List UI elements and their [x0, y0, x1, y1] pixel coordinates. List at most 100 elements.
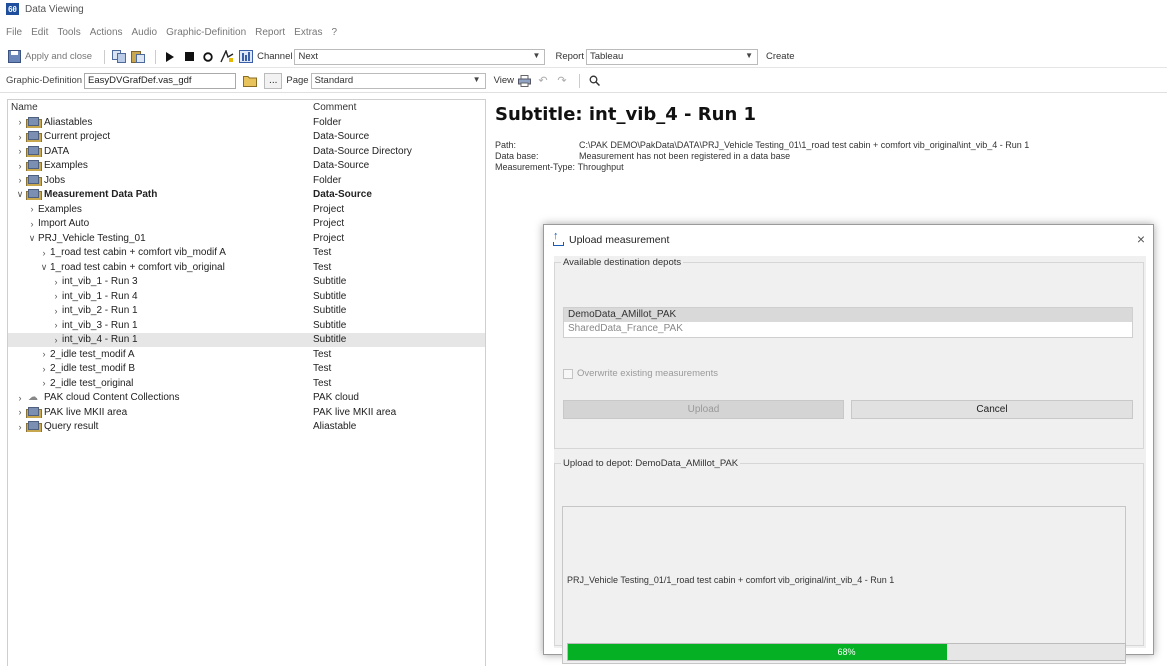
- play-icon[interactable]: [162, 49, 178, 65]
- overwrite-option[interactable]: Overwrite existing measurements: [563, 368, 718, 379]
- page-select[interactable]: Standard ▼: [310, 72, 486, 89]
- cancel-button[interactable]: Cancel: [851, 400, 1133, 419]
- tree-row[interactable]: › 2_idle test_modif B Test: [8, 362, 485, 377]
- tree-row-label: PAK live MKII area: [44, 406, 128, 418]
- tree-row[interactable]: › 2_idle test_modif A Test: [8, 347, 485, 362]
- menu-actions[interactable]: Actions: [90, 27, 123, 38]
- upload-button[interactable]: Upload: [563, 400, 844, 419]
- depot-list[interactable]: DemoData_AMillot_PAK SharedData_France_P…: [563, 307, 1133, 338]
- chevron-right-icon[interactable]: ›: [50, 291, 62, 301]
- tree-row-comment: PAK live MKII area: [313, 406, 397, 418]
- menu-audio[interactable]: Audio: [132, 27, 158, 38]
- tree-row[interactable]: › int_vib_1 - Run 4 Subtitle: [8, 289, 485, 304]
- chevron-right-icon[interactable]: ›: [14, 175, 26, 185]
- redo-icon[interactable]: ↷: [554, 73, 570, 89]
- chevron-right-icon[interactable]: ›: [38, 364, 50, 374]
- menu-help[interactable]: ?: [332, 27, 338, 38]
- chevron-right-icon[interactable]: ›: [50, 320, 62, 330]
- chevron-right-icon[interactable]: ›: [38, 378, 50, 388]
- save-icon[interactable]: [6, 49, 22, 65]
- report-select[interactable]: Tableau ▼: [585, 48, 758, 65]
- record-icon[interactable]: [200, 49, 216, 65]
- search-icon[interactable]: [586, 73, 602, 89]
- menu-file[interactable]: File: [6, 27, 22, 38]
- chevron-right-icon[interactable]: ›: [26, 219, 38, 229]
- tree-row[interactable]: › ☁ PAK cloud Content Collections PAK cloud: [8, 391, 485, 406]
- tree-row[interactable]: › Aliastables Folder: [8, 115, 485, 130]
- chevron-right-icon[interactable]: ›: [14, 422, 26, 432]
- tree-row-comment: Test: [313, 247, 332, 259]
- chevron-right-icon[interactable]: ›: [38, 248, 50, 258]
- chevron-right-icon[interactable]: ›: [14, 393, 26, 403]
- tree-row[interactable]: › int_vib_1 - Run 3 Subtitle: [8, 275, 485, 290]
- depot-item-demodata[interactable]: DemoData_AMillot_PAK: [564, 308, 1132, 322]
- apply-close-button[interactable]: Apply and close: [25, 51, 92, 62]
- chevron-right-icon[interactable]: ›: [50, 306, 62, 316]
- chevron-right-icon[interactable]: ›: [14, 146, 26, 156]
- copy-icon[interactable]: [111, 49, 127, 65]
- menu-report[interactable]: Report: [255, 27, 285, 38]
- print-icon[interactable]: [516, 73, 532, 89]
- paste-icon[interactable]: [130, 49, 146, 65]
- graphic-definition-input[interactable]: EasyDVGrafDef.vas_gdf: [84, 72, 237, 89]
- tree-row-label: int_vib_1 - Run 4: [62, 290, 138, 302]
- stop-icon[interactable]: [181, 49, 197, 65]
- upload-path: PRJ_Vehicle Testing_01/1_road test cabin…: [567, 575, 895, 585]
- tree-row[interactable]: › DATA Data-Source Directory: [8, 144, 485, 159]
- create-button[interactable]: Create: [766, 51, 795, 62]
- tree-row-comment: Subtitle: [313, 334, 347, 346]
- chevron-down-icon[interactable]: ∨: [38, 262, 50, 273]
- tree-row[interactable]: › Query result Aliastable: [8, 420, 485, 435]
- data-source-tree[interactable]: Name Comment › Aliastables Folder › Current …: [7, 99, 486, 666]
- chevron-right-icon[interactable]: ›: [14, 117, 26, 127]
- tree-row[interactable]: › Examples Project: [8, 202, 485, 217]
- tree-row-label: Current project: [44, 131, 111, 143]
- page-value: Standard: [314, 75, 354, 86]
- tree-row[interactable]: › Examples Data-Source: [8, 159, 485, 174]
- chevron-right-icon[interactable]: ›: [38, 349, 50, 359]
- tree-row[interactable]: › int_vib_3 - Run 1 Subtitle: [8, 318, 485, 333]
- upload-icon: [551, 230, 564, 246]
- undo-icon[interactable]: ↶: [535, 73, 551, 89]
- chevron-right-icon[interactable]: ›: [14, 132, 26, 142]
- close-icon[interactable]: ×: [1137, 231, 1145, 247]
- chevron-down-icon[interactable]: ∨: [14, 189, 26, 200]
- open-folder-icon[interactable]: [242, 73, 258, 89]
- menu-extras[interactable]: Extras: [294, 27, 322, 38]
- column-header-comment[interactable]: Comment: [313, 102, 356, 113]
- tree-row-name-cell: › int_vib_4 - Run 1: [8, 334, 313, 345]
- tree-row-label: int_vib_3 - Run 1: [62, 319, 138, 331]
- column-header-name[interactable]: Name: [8, 102, 313, 113]
- tree-row[interactable]: › 2_idle test_original Test: [8, 376, 485, 391]
- chevron-down-icon[interactable]: ∨: [26, 233, 38, 244]
- chevron-right-icon[interactable]: ›: [50, 335, 62, 345]
- tree-row[interactable]: › PAK live MKII area PAK live MKII area: [8, 405, 485, 420]
- chevron-right-icon[interactable]: ›: [14, 161, 26, 171]
- depot-item-shareddata[interactable]: SharedData_France_PAK: [564, 322, 1132, 336]
- overwrite-checkbox[interactable]: [563, 368, 573, 379]
- chevron-right-icon[interactable]: ›: [26, 204, 38, 214]
- channel-select[interactable]: Next ▼: [294, 48, 546, 65]
- menu-graphic-definition[interactable]: Graphic-Definition: [166, 27, 246, 38]
- cursor-tool-icon[interactable]: [219, 49, 235, 65]
- tree-row[interactable]: ∨ PRJ_Vehicle Testing_01 Project: [8, 231, 485, 246]
- chevron-down-icon: ▼: [745, 50, 753, 60]
- tree-row-comment: Data-Source Directory: [313, 145, 412, 157]
- tree-row[interactable]: › Current project Data-Source: [8, 130, 485, 145]
- tree-row[interactable]: › Jobs Folder: [8, 173, 485, 188]
- menu-edit[interactable]: Edit: [31, 27, 48, 38]
- chevron-right-icon[interactable]: ›: [50, 277, 62, 287]
- menu-tools[interactable]: Tools: [57, 27, 80, 38]
- tree-row-comment: Subtitle: [313, 305, 347, 317]
- tree-row-name-cell: › Examples: [8, 160, 313, 172]
- tree-row-label: Aliastables: [44, 116, 93, 128]
- channel-icon[interactable]: [238, 49, 254, 65]
- chevron-right-icon[interactable]: ›: [14, 407, 26, 417]
- browse-button[interactable]: ...: [264, 72, 283, 89]
- tree-row[interactable]: › Import Auto Project: [8, 217, 485, 232]
- tree-row[interactable]: › int_vib_4 - Run 1 Subtitle: [8, 332, 485, 347]
- tree-row[interactable]: ∨ 1_road test cabin + comfort vib_origina…: [8, 260, 485, 275]
- tree-row[interactable]: › int_vib_2 - Run 1 Subtitle: [8, 304, 485, 319]
- tree-row[interactable]: › 1_road test cabin + comfort vib_modif A…: [8, 246, 485, 261]
- tree-row[interactable]: ∨ Measurement Data Path Data-Source: [8, 188, 485, 203]
